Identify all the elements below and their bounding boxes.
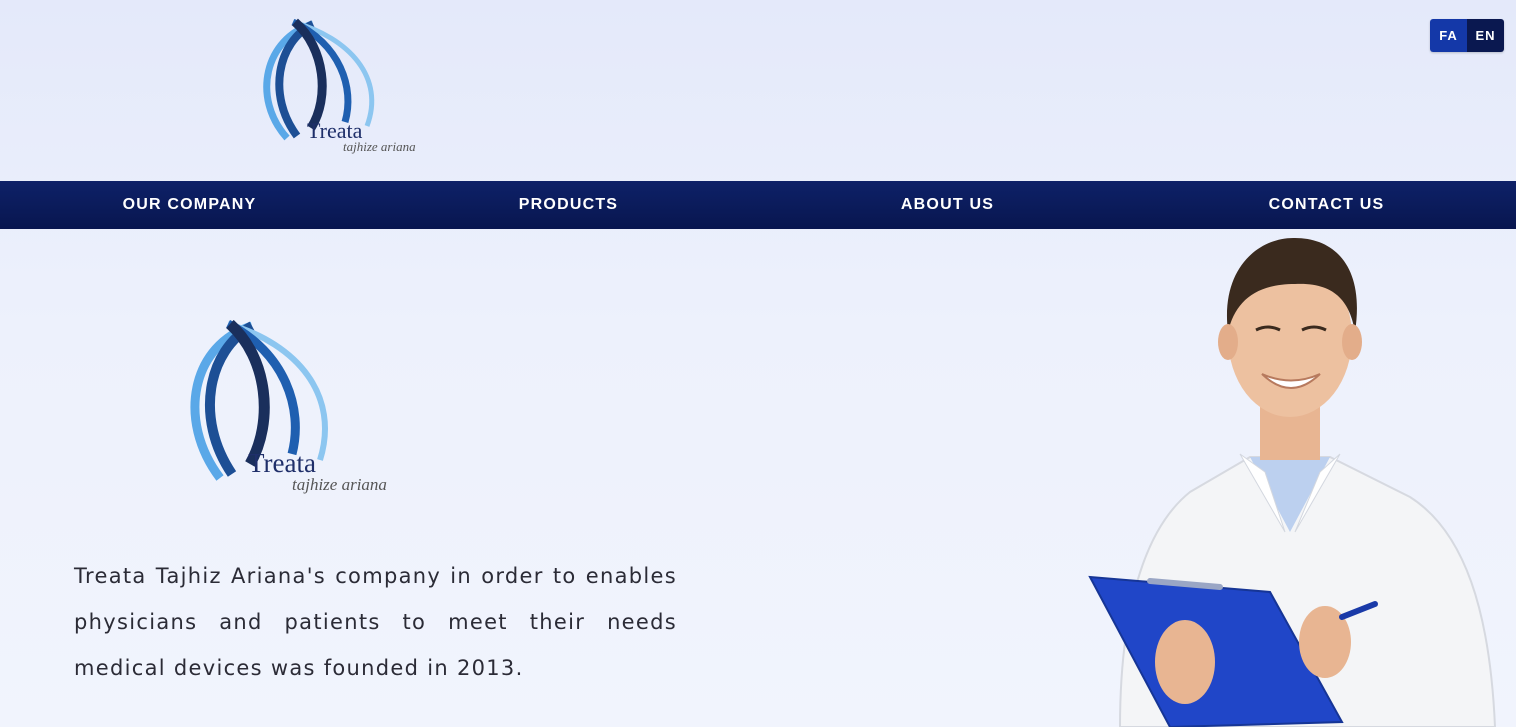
nav-item-about-us[interactable]: ABOUT US [758, 181, 1137, 229]
page: Treata tajhize ariana FA EN OUR COMPANY … [0, 0, 1516, 727]
language-fa-button[interactable]: FA [1430, 19, 1467, 52]
language-switcher: FA EN [1430, 19, 1504, 52]
language-en-button[interactable]: EN [1467, 19, 1504, 52]
site-header: Treata tajhize ariana FA EN [0, 0, 1516, 181]
brand-logo[interactable]: Treata tajhize ariana [255, 18, 430, 158]
company-intro-text: Treata Tajhiz Ariana's company in order … [74, 564, 677, 680]
nav-item-our-company[interactable]: OUR COMPANY [0, 181, 379, 229]
main-nav: OUR COMPANY PRODUCTS ABOUT US CONTACT US [0, 181, 1516, 229]
logo-tagline-text: tajhize ariana [292, 475, 387, 494]
logo-brand-text: Treata [248, 448, 316, 478]
nav-item-products[interactable]: PRODUCTS [379, 181, 758, 229]
company-logo: Treata tajhize ariana [190, 320, 387, 494]
logo-tagline-text: tajhize ariana [343, 139, 416, 154]
nav-item-contact-us[interactable]: CONTACT US [1137, 181, 1516, 229]
doctor-illustration [1088, 237, 1497, 727]
